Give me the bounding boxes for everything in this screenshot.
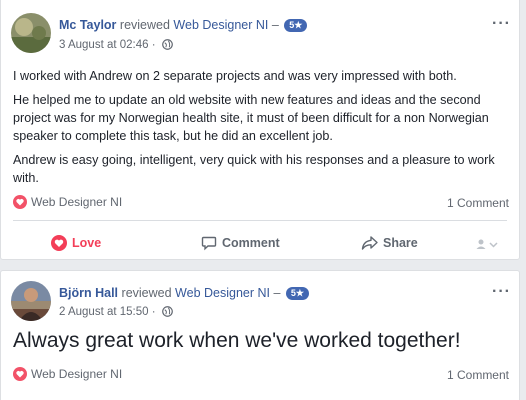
globe-icon xyxy=(161,39,173,53)
love-button[interactable]: Love xyxy=(51,235,101,251)
avatar[interactable] xyxy=(11,13,51,53)
rating-badge: 5★ xyxy=(285,287,309,300)
recommendation-line: Web Designer NI xyxy=(13,367,122,384)
paragraph: Andrew is easy going, intelligent, very … xyxy=(13,153,495,185)
divider xyxy=(13,220,507,221)
paragraph: He helped me to update an old website wi… xyxy=(13,93,489,143)
recommended-page[interactable]: Web Designer NI xyxy=(31,195,122,209)
reviewed-text: reviewed xyxy=(119,18,170,32)
globe-icon xyxy=(161,306,173,320)
paragraph: I worked with Andrew on 2 separate proje… xyxy=(13,69,457,83)
heart-icon xyxy=(51,235,72,251)
share-label: Share xyxy=(383,236,418,250)
post-body: Always great work when we've worked toge… xyxy=(13,329,461,352)
recommended-page[interactable]: Web Designer NI xyxy=(31,367,122,381)
rating-badge: 5★ xyxy=(284,19,308,32)
love-label: Love xyxy=(72,236,102,250)
more-options-icon[interactable]: ··· xyxy=(492,15,511,33)
post-meta: 3 August at 02:46 · xyxy=(59,39,173,53)
post-header: Mc Taylor reviewed Web Designer NI – 5★ … xyxy=(11,0,511,55)
post-headline: Mc Taylor reviewed Web Designer NI – 5★ xyxy=(59,18,308,32)
recommendation-line: Web Designer NI xyxy=(13,195,122,212)
timestamp[interactable]: 3 August at 02:46 · xyxy=(59,39,156,51)
post-body: I worked with Andrew on 2 separate proje… xyxy=(13,67,509,193)
reviewed-text: reviewed xyxy=(121,286,172,300)
recommend-icon xyxy=(13,195,27,212)
audience-selector[interactable] xyxy=(475,235,504,250)
comment-count[interactable]: 1 Comment xyxy=(447,196,509,210)
dash: – xyxy=(271,18,279,32)
review-post: Björn Hall reviewed Web Designer NI – 5★… xyxy=(0,270,520,400)
avatar[interactable] xyxy=(11,281,51,321)
dash: – xyxy=(273,286,281,300)
page-name-link[interactable]: Web Designer NI xyxy=(173,18,268,32)
review-post: Mc Taylor reviewed Web Designer NI – 5★ … xyxy=(0,0,520,260)
comment-button[interactable]: Comment xyxy=(201,235,280,251)
post-headline: Björn Hall reviewed Web Designer NI – 5★ xyxy=(59,286,309,300)
author-name[interactable]: Björn Hall xyxy=(59,286,118,300)
post-header: Björn Hall reviewed Web Designer NI – 5★… xyxy=(11,271,511,331)
share-icon xyxy=(361,236,383,250)
comment-label: Comment xyxy=(222,236,280,250)
page-name-link[interactable]: Web Designer NI xyxy=(175,286,270,300)
recommend-icon xyxy=(13,367,27,384)
more-options-icon[interactable]: ··· xyxy=(492,283,511,301)
timestamp[interactable]: 2 August at 15:50 · xyxy=(59,306,156,318)
comment-count[interactable]: 1 Comment xyxy=(447,368,509,382)
comment-icon xyxy=(201,236,222,251)
author-name[interactable]: Mc Taylor xyxy=(59,18,116,32)
audience-icon xyxy=(475,235,504,249)
share-button[interactable]: Share xyxy=(361,235,418,251)
post-meta: 2 August at 15:50 · xyxy=(59,306,173,320)
